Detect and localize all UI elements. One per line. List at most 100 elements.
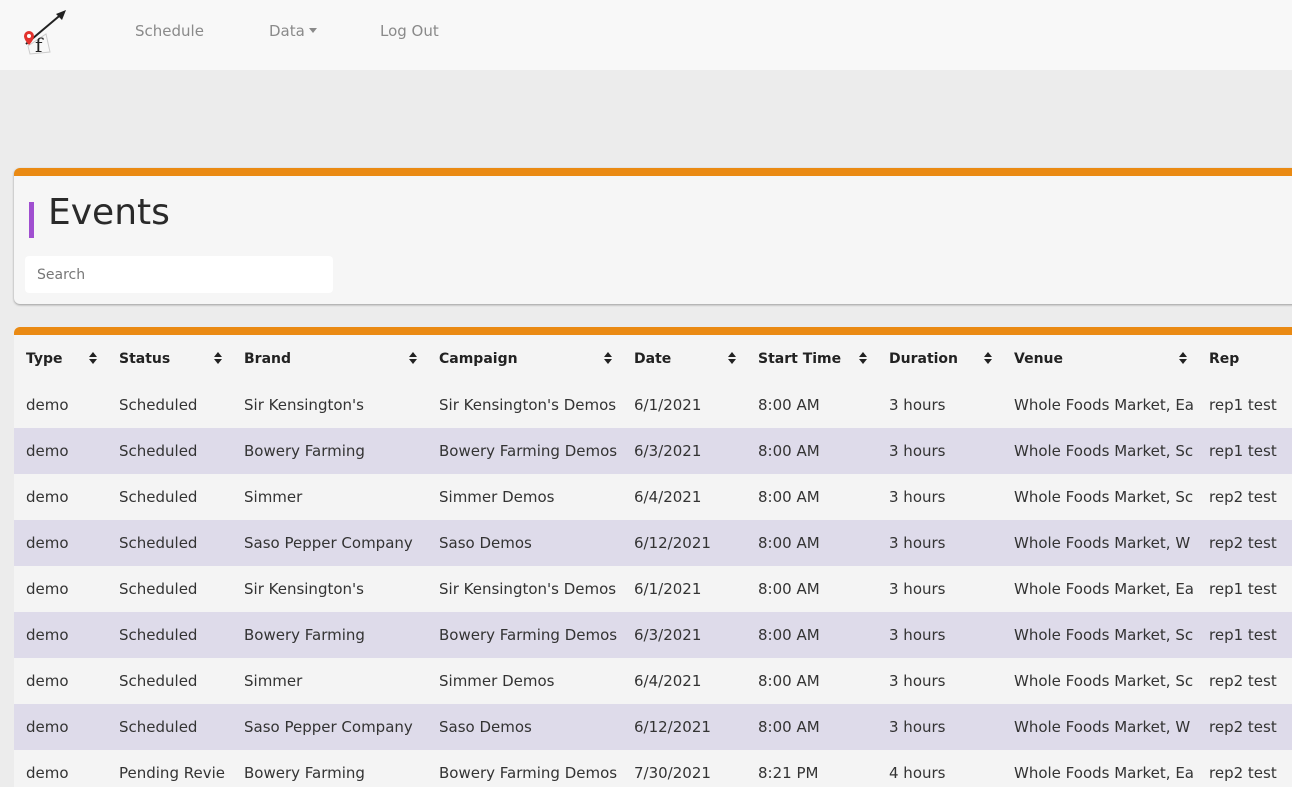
cell-type: demo xyxy=(14,566,107,612)
cell-rep: rep1 test xyxy=(1197,382,1292,428)
cell-status: Scheduled xyxy=(107,382,232,428)
sort-icon xyxy=(728,352,736,364)
cell-rep: rep2 test xyxy=(1197,520,1292,566)
cell-campaign: Saso Demos xyxy=(427,704,622,750)
cell-rep: rep2 test xyxy=(1197,658,1292,704)
cell-status: Scheduled xyxy=(107,658,232,704)
search-input[interactable] xyxy=(25,256,333,293)
table-row[interactable]: demo Scheduled Sir Kensington's Sir Kensing… xyxy=(14,382,1292,428)
table-row[interactable]: demo Scheduled Saso Pepper Company Saso Dem… xyxy=(14,520,1292,566)
column-header-brand[interactable]: Brand xyxy=(232,335,427,382)
cell-type: demo xyxy=(14,428,107,474)
column-header-label: Date xyxy=(634,350,672,367)
cell-status: Scheduled xyxy=(107,520,232,566)
cell-type: demo xyxy=(14,382,107,428)
table-row[interactable]: demo Scheduled Bowery Farming Bowery Farmin… xyxy=(14,612,1292,658)
column-header-campaign[interactable]: Campaign xyxy=(427,335,622,382)
cell-type: demo xyxy=(14,704,107,750)
column-header-label: Rep xyxy=(1209,350,1240,367)
events-header-card: Events xyxy=(14,168,1292,304)
column-header-label: Status xyxy=(119,350,171,367)
cell-venue: Whole Foods Market, Sc xyxy=(1002,658,1197,704)
cell-start-time: 8:00 AM xyxy=(746,382,877,428)
cell-type: demo xyxy=(14,750,107,787)
sort-icon xyxy=(984,352,992,364)
column-header-label: Duration xyxy=(889,350,959,367)
route-arrow-logo-icon: f xyxy=(24,10,66,57)
cell-venue: Whole Foods Market, W xyxy=(1002,704,1197,750)
column-header-duration[interactable]: Duration xyxy=(877,335,1002,382)
sort-icon xyxy=(89,352,97,364)
cell-campaign: Sir Kensington's Demos xyxy=(427,382,622,428)
events-table: Type Status Brand Campaign Date Start Time Dur… xyxy=(14,335,1292,787)
cell-duration: 3 hours xyxy=(877,428,1002,474)
sort-icon xyxy=(1179,352,1187,364)
cell-date: 6/12/2021 xyxy=(622,520,746,566)
cell-start-time: 8:00 AM xyxy=(746,612,877,658)
cell-duration: 3 hours xyxy=(877,382,1002,428)
cell-campaign: Bowery Farming Demos xyxy=(427,612,622,658)
column-header-status[interactable]: Status xyxy=(107,335,232,382)
cell-venue: Whole Foods Market, W xyxy=(1002,520,1197,566)
cell-date: 7/30/2021 xyxy=(622,750,746,787)
cell-date: 6/3/2021 xyxy=(622,612,746,658)
cell-brand: Simmer xyxy=(232,658,427,704)
cell-rep: rep1 test xyxy=(1197,612,1292,658)
sort-icon xyxy=(859,352,867,364)
cell-start-time: 8:00 AM xyxy=(746,428,877,474)
cell-brand: Sir Kensington's xyxy=(232,382,427,428)
cell-date: 6/4/2021 xyxy=(622,474,746,520)
cell-venue: Whole Foods Market, Ea xyxy=(1002,382,1197,428)
cell-start-time: 8:00 AM xyxy=(746,704,877,750)
cell-status: Scheduled xyxy=(107,428,232,474)
cell-status: Scheduled xyxy=(107,704,232,750)
cell-brand: Simmer xyxy=(232,474,427,520)
column-header-rep: Rep xyxy=(1197,335,1292,382)
column-header-venue[interactable]: Venue xyxy=(1002,335,1197,382)
brand-logo[interactable]: f xyxy=(14,6,70,58)
nav-link-log-out[interactable]: Log Out xyxy=(380,22,439,40)
cell-brand: Saso Pepper Company xyxy=(232,704,427,750)
cell-date: 6/12/2021 xyxy=(622,704,746,750)
cell-campaign: Simmer Demos xyxy=(427,474,622,520)
nav-link-schedule[interactable]: Schedule xyxy=(135,22,204,40)
cell-duration: 3 hours xyxy=(877,704,1002,750)
cell-type: demo xyxy=(14,520,107,566)
cell-venue: Whole Foods Market, Ea xyxy=(1002,750,1197,787)
table-row[interactable]: demo Scheduled Sir Kensington's Sir Kensing… xyxy=(14,566,1292,612)
cell-rep: rep1 test xyxy=(1197,566,1292,612)
table-row[interactable]: demo Scheduled Simmer Simmer Demos 6/4/2021 8… xyxy=(14,658,1292,704)
cell-date: 6/4/2021 xyxy=(622,658,746,704)
column-header-date[interactable]: Date xyxy=(622,335,746,382)
cell-duration: 3 hours xyxy=(877,474,1002,520)
cell-status: Scheduled xyxy=(107,612,232,658)
table-row[interactable]: demo Scheduled Saso Pepper Company Saso Dem… xyxy=(14,704,1292,750)
cell-date: 6/1/2021 xyxy=(622,382,746,428)
cell-start-time: 8:00 AM xyxy=(746,520,877,566)
sort-icon xyxy=(604,352,612,364)
cell-date: 6/3/2021 xyxy=(622,428,746,474)
nav-link-data-label: Data xyxy=(269,22,305,40)
top-navbar: f Schedule Data Log Out xyxy=(0,0,1292,70)
column-header-start-time[interactable]: Start Time xyxy=(746,335,877,382)
cell-duration: 3 hours xyxy=(877,612,1002,658)
column-header-label: Type xyxy=(26,350,63,367)
cell-type: demo xyxy=(14,474,107,520)
sort-icon xyxy=(409,352,417,364)
cell-status: Scheduled xyxy=(107,474,232,520)
cell-campaign: Sir Kensington's Demos xyxy=(427,566,622,612)
cell-rep: rep2 test xyxy=(1197,750,1292,787)
events-table-card: Type Status Brand Campaign Date Start Time Dur… xyxy=(14,327,1292,787)
cell-campaign: Simmer Demos xyxy=(427,658,622,704)
table-row[interactable]: demo Scheduled Simmer Simmer Demos 6/4/2021 8… xyxy=(14,474,1292,520)
table-header-row: Type Status Brand Campaign Date Start Time Dur… xyxy=(14,335,1292,382)
column-header-type[interactable]: Type xyxy=(14,335,107,382)
cell-duration: 3 hours xyxy=(877,658,1002,704)
column-header-label: Start Time xyxy=(758,350,842,367)
page-title: Events xyxy=(48,192,170,233)
table-row[interactable]: demo Pending Revie Bowery Farming Bowery Fa… xyxy=(14,750,1292,787)
table-row[interactable]: demo Scheduled Bowery Farming Bowery Farmin… xyxy=(14,428,1292,474)
nav-link-data-dropdown[interactable]: Data xyxy=(269,22,317,40)
column-header-label: Campaign xyxy=(439,350,518,367)
caret-down-icon xyxy=(308,28,317,33)
